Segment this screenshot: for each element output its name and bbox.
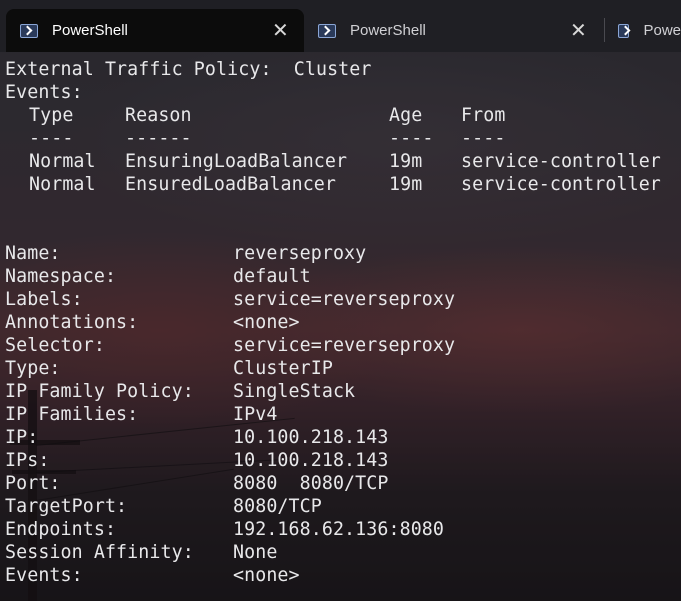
service-field: Annotations: <none> [5,311,300,334]
terminal-output[interactable]: External Traffic Policy: Cluster Events:… [0,52,681,601]
field-key: Session Affinity: [5,542,194,563]
field-value: 10.100.218.143 [233,427,389,448]
field-value: default [233,266,311,287]
col-header-age: Age [389,105,423,126]
external-traffic-policy-line: External Traffic Policy: Cluster [5,59,372,80]
close-tab-icon[interactable]: ✕ [570,20,587,40]
event-type: Normal [29,174,96,195]
field-key: Annotations: [5,312,139,333]
col-header-type: Type [29,105,74,126]
tab-powershell-1[interactable]: PowerShell ✕ [6,9,304,52]
field-key: Namespace: [5,266,117,287]
event-reason: EnsuredLoadBalancer [125,174,337,195]
service-field: IP: 10.100.218.143 [5,426,388,449]
service-field: IP Family Policy: SingleStack [5,380,355,403]
field-key: Port: [5,473,61,494]
field-value: IPv4 [233,404,278,425]
col-header-from: From [461,105,506,126]
tab-bar: PowerShell ✕ PowerShell ✕ Powe [0,0,681,52]
field-key: Type: [5,358,61,379]
powershell-icon [618,23,630,38]
col-dash-reason: ------ [125,128,192,149]
tab-powershell-2[interactable]: PowerShell ✕ [304,9,600,52]
field-value: ClusterIP [233,358,333,379]
service-field: Session Affinity: None [5,541,277,564]
col-dash-age: ---- [389,128,434,149]
event-age: 19m [389,174,423,195]
service-field: Port: 8080 8080/TCP [5,472,388,495]
service-field: IP Families: IPv4 [5,403,277,426]
field-key: Events: [5,565,83,586]
service-field: TargetPort: 8080/TCP [5,495,322,518]
service-field: Selector: service=reverseproxy [5,334,455,357]
field-value: reverseproxy [233,243,367,264]
field-value: <none> [233,312,300,333]
field-key: Name: [5,243,61,264]
field-key: Labels: [5,289,83,310]
field-key: IPs: [5,450,50,471]
field-key: Endpoints: [5,519,117,540]
event-reason: EnsuringLoadBalancer [125,151,348,172]
close-tab-icon[interactable]: ✕ [272,20,289,40]
event-type: Normal [29,151,96,172]
field-key: IP: [5,427,39,448]
table-row: Normal EnsuredLoadBalancer 19m service-c… [5,173,661,196]
event-from: service-controller [461,151,661,172]
service-field: Type: ClusterIP [5,357,333,380]
field-value: 8080 8080/TCP [233,473,389,494]
field-key: TargetPort: [5,496,128,517]
service-field: Events: <none> [5,564,300,587]
tab-label: PowerShell [52,22,128,39]
powershell-icon [318,23,336,38]
col-header-reason: Reason [125,105,192,126]
field-value: None [233,542,278,563]
field-value: service=reverseproxy [233,289,456,310]
powershell-icon [20,23,38,38]
col-dash-type: ---- [29,128,74,149]
tab-label: PowerShell [350,22,426,39]
field-key: IP Families: [5,404,139,425]
field-key: IP Family Policy: [5,381,194,402]
event-from: service-controller [461,174,661,195]
field-value: 192.168.62.136:8080 [233,519,445,540]
powershell-terminal-window: PowerShell ✕ PowerShell ✕ Powe External … [0,0,681,601]
table-row: Normal EnsuringLoadBalancer 19m service-… [5,150,661,173]
service-field: Labels: service=reverseproxy [5,288,455,311]
service-field: IPs: 10.100.218.143 [5,449,388,472]
col-dash-from: ---- [461,128,506,149]
events-table-dashes: ---- ------ ---- ---- [5,127,505,150]
service-field: Name: reverseproxy [5,242,366,265]
field-value: 10.100.218.143 [233,450,389,471]
tab-powershell-3[interactable]: Powe [604,9,681,52]
tab-label: Powe [643,22,681,39]
events-table-header: Type Reason Age From [5,104,505,127]
field-value: SingleStack [233,381,356,402]
field-key: Selector: [5,335,105,356]
field-value: 8080/TCP [233,496,322,517]
events-label: Events: [5,82,83,103]
service-field: Endpoints: 192.168.62.136:8080 [5,518,444,541]
field-value: service=reverseproxy [233,335,456,356]
event-age: 19m [389,151,423,172]
service-field: Namespace: default [5,265,311,288]
field-value: <none> [233,565,300,586]
